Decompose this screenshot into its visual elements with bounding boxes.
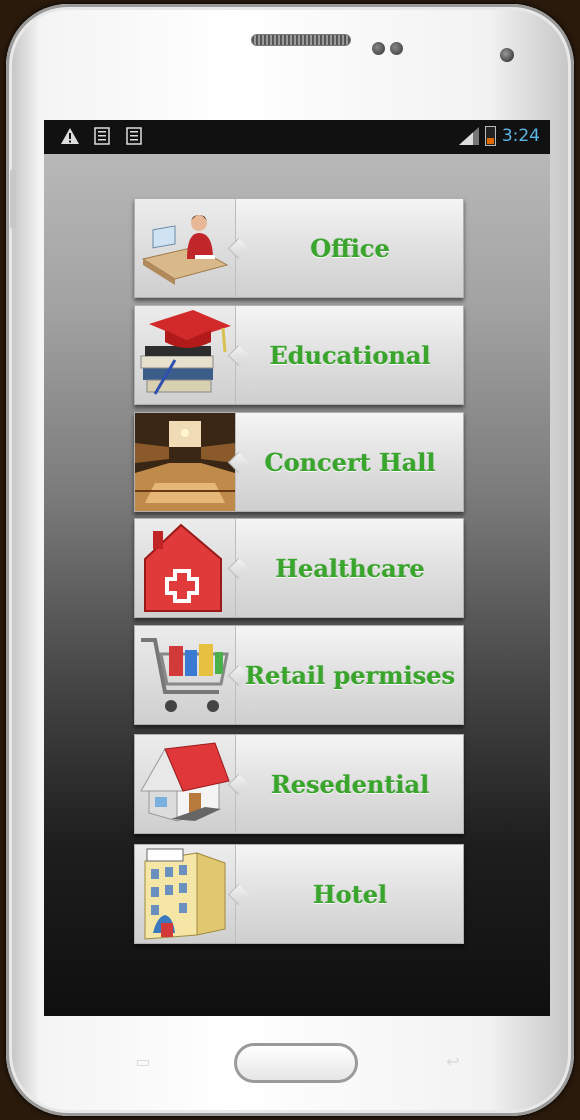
- menu-item-hotel[interactable]: Hotel: [134, 844, 464, 944]
- menu-item-educational[interactable]: Educational: [134, 305, 464, 405]
- front-camera: [500, 48, 514, 62]
- menu-key-icon[interactable]: ▭: [130, 1052, 156, 1071]
- earpiece-speaker: [251, 34, 351, 46]
- warning-icon: [60, 126, 80, 146]
- shopping-cart-icon: [135, 626, 236, 724]
- menu-item-office[interactable]: Office: [134, 198, 464, 298]
- office-worker-icon: [135, 199, 236, 297]
- signal-icon: [458, 127, 479, 145]
- menu-item-label: Retail permises: [245, 660, 455, 690]
- light-sensor: [390, 42, 403, 55]
- house-icon: [135, 735, 236, 833]
- menu-item-retail-permises[interactable]: Retail permises: [134, 625, 464, 725]
- notification-list-icon: [92, 126, 112, 146]
- menu-item-label: Concert Hall: [264, 447, 436, 477]
- back-key-icon[interactable]: ↩: [440, 1052, 466, 1071]
- volume-key: [10, 169, 16, 229]
- notification-list-icon: [124, 126, 144, 146]
- screen: 3:24 Office Educational Concert Hall Hea…: [44, 120, 550, 1016]
- menu-item-label: Healthcare: [275, 553, 425, 583]
- category-menu: Office Educational Concert Hall Healthca…: [44, 154, 550, 1016]
- graduation-cap-books-icon: [135, 306, 236, 404]
- battery-icon: [484, 126, 496, 146]
- status-clock: 3:24: [501, 126, 540, 146]
- status-bar: 3:24: [44, 120, 550, 154]
- menu-item-resedential[interactable]: Resedential: [134, 734, 464, 834]
- menu-item-label: Office: [310, 233, 390, 263]
- medical-house-cross-icon: [135, 519, 236, 617]
- menu-item-label: Hotel: [312, 879, 388, 909]
- menu-item-label: Educational: [269, 340, 431, 370]
- home-button[interactable]: [234, 1043, 358, 1083]
- menu-item-concert-hall[interactable]: Concert Hall: [134, 412, 464, 512]
- concert-hall-interior-icon: [135, 413, 236, 511]
- menu-item-healthcare[interactable]: Healthcare: [134, 518, 464, 618]
- proximity-sensor: [372, 42, 385, 55]
- menu-item-label: Resedential: [270, 769, 430, 799]
- hotel-building-icon: [135, 845, 236, 943]
